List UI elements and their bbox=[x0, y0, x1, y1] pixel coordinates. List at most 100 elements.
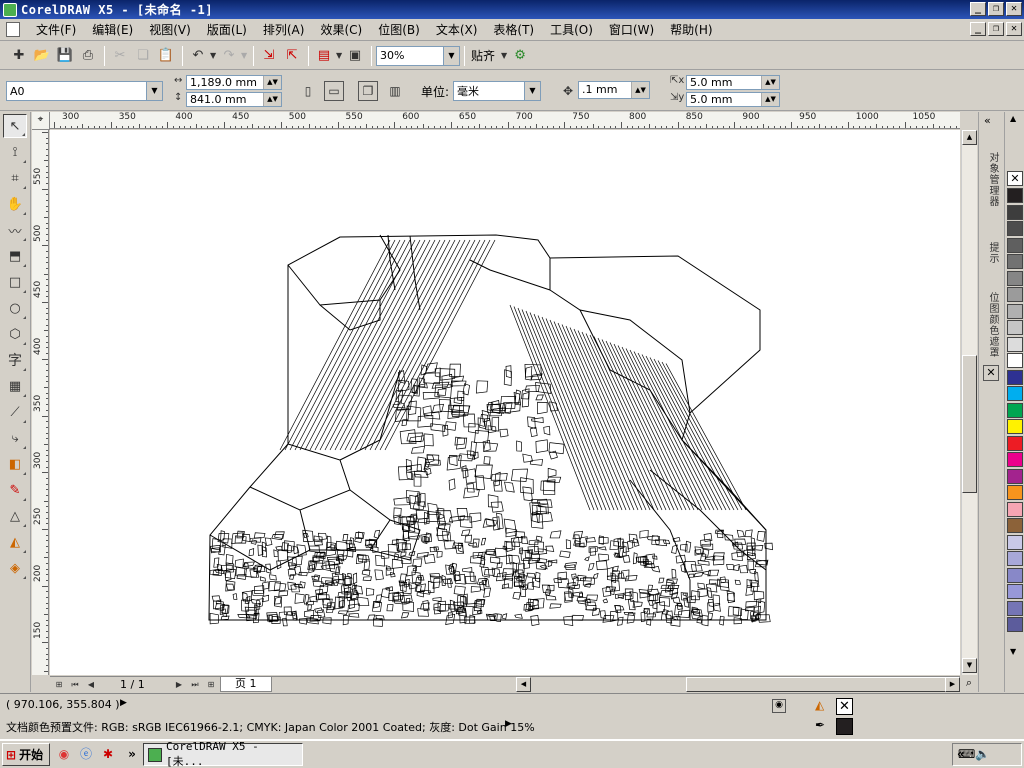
menu-text[interactable]: 文本(X) bbox=[428, 20, 486, 40]
menu-arrange[interactable]: 排列(A) bbox=[255, 20, 313, 40]
outline-color-swatch[interactable] bbox=[836, 718, 853, 735]
menu-window[interactable]: 窗口(W) bbox=[601, 20, 662, 40]
color-swatch[interactable] bbox=[1007, 287, 1023, 302]
outline-tool-icon[interactable]: △ bbox=[3, 504, 27, 528]
menu-bitmaps[interactable]: 位图(B) bbox=[370, 20, 428, 40]
fill-tool-icon[interactable]: ◭ bbox=[3, 530, 27, 554]
cut-icon[interactable]: ✂ bbox=[109, 45, 131, 67]
speaker-icon[interactable]: 🔈 bbox=[975, 747, 990, 761]
color-swatch[interactable] bbox=[1007, 567, 1023, 583]
color-swatch[interactable] bbox=[1007, 485, 1023, 500]
color-swatch[interactable] bbox=[1007, 584, 1023, 599]
freehand-tool-icon[interactable]: 〰 bbox=[3, 218, 27, 242]
close-docker-icon[interactable]: ✕ bbox=[983, 365, 999, 381]
undo-icon[interactable]: ↶ bbox=[187, 45, 209, 67]
outline-indicator-icon[interactable]: ✒ bbox=[815, 718, 831, 734]
zoom-dropdown-icon[interactable]: ▼ bbox=[443, 46, 459, 65]
scroll-right-icon[interactable]: ▶ bbox=[945, 677, 960, 692]
menu-help[interactable]: 帮助(H) bbox=[662, 20, 720, 40]
color-swatch[interactable] bbox=[1007, 237, 1023, 253]
current-page-icon[interactable]: ▥ bbox=[385, 81, 405, 101]
traced-bitmap-artwork[interactable] bbox=[50, 130, 960, 675]
color-swatch[interactable] bbox=[1007, 402, 1023, 418]
color-swatch[interactable] bbox=[1007, 270, 1023, 286]
table-tool-icon[interactable]: ▦ bbox=[3, 374, 27, 398]
dimension-tool-icon[interactable]: ⟋ bbox=[3, 400, 27, 424]
interactive-tool-icon[interactable]: ◧ bbox=[3, 452, 27, 476]
color-swatch[interactable] bbox=[1007, 551, 1023, 566]
color-swatch[interactable] bbox=[1007, 369, 1023, 385]
color-swatch[interactable] bbox=[1007, 435, 1023, 451]
open-icon[interactable]: 📂 bbox=[31, 45, 53, 67]
paper-size-combo[interactable]: A0 ▼ bbox=[6, 81, 163, 101]
document-icon[interactable] bbox=[6, 22, 20, 37]
crop-tool-icon[interactable]: ⌗ bbox=[3, 166, 27, 190]
add-page-before-icon[interactable]: ⊞ bbox=[52, 678, 66, 691]
vertical-scrollbar[interactable]: ▲ ▼ bbox=[961, 130, 977, 675]
fill-indicator-icon[interactable]: ◭ bbox=[815, 698, 831, 714]
vertical-scroll-thumb[interactable] bbox=[962, 355, 977, 493]
snap-dropdown-icon[interactable]: ▼ bbox=[501, 51, 509, 60]
pan-tool-icon[interactable]: ✋ bbox=[3, 192, 27, 216]
color-swatch[interactable] bbox=[1007, 534, 1023, 550]
object-info-icon[interactable]: ◉ bbox=[772, 699, 786, 713]
eyedropper-tool-icon[interactable]: ✎ bbox=[3, 478, 27, 502]
menu-layout[interactable]: 版面(L) bbox=[199, 20, 255, 40]
landscape-icon[interactable]: ▭ bbox=[324, 81, 344, 101]
menu-effects[interactable]: 效果(C) bbox=[312, 20, 370, 40]
options-icon[interactable]: ⚙ bbox=[509, 45, 531, 67]
color-swatch[interactable] bbox=[1007, 419, 1023, 434]
color-swatch[interactable] bbox=[1007, 600, 1023, 616]
palette-scroll-down-icon[interactable]: ▼ bbox=[1010, 647, 1016, 656]
menu-file[interactable]: 文件(F) bbox=[28, 20, 84, 40]
menu-view[interactable]: 视图(V) bbox=[141, 20, 199, 40]
color-swatch[interactable] bbox=[1007, 386, 1023, 401]
scroll-up-icon[interactable]: ▲ bbox=[962, 130, 977, 145]
text-tool-icon[interactable]: 字 bbox=[3, 348, 27, 372]
first-page-icon[interactable]: ⏮ bbox=[68, 678, 82, 691]
doc-restore-button[interactable]: ❐ bbox=[988, 22, 1004, 36]
nudge-distance-input[interactable]: .1 mm ▲▼ bbox=[578, 81, 650, 99]
undo-dropdown-icon[interactable]: ▼ bbox=[210, 51, 218, 60]
docker-tab-object-manager[interactable]: 对象管理器 bbox=[982, 152, 1000, 207]
polygon-tool-icon[interactable]: ⬡ bbox=[3, 322, 27, 346]
start-button[interactable]: ⊞ 开始 bbox=[2, 743, 50, 766]
color-swatch[interactable] bbox=[1007, 518, 1023, 533]
connector-tool-icon[interactable]: ⤷ bbox=[3, 426, 27, 450]
doc-close-button[interactable]: ✕ bbox=[1006, 22, 1022, 36]
previous-page-icon[interactable]: ◀ bbox=[84, 678, 98, 691]
menu-tools[interactable]: 工具(O) bbox=[542, 20, 601, 40]
color-swatch[interactable] bbox=[1007, 468, 1023, 484]
page-height-spinner[interactable]: ▲▼ bbox=[263, 93, 281, 106]
duplicate-x-input[interactable]: 5.0 mm ▲▼ bbox=[686, 75, 780, 90]
menu-table[interactable]: 表格(T) bbox=[485, 20, 542, 40]
collapse-docker-icon[interactable]: « bbox=[984, 114, 991, 127]
zoom-navigator-icon[interactable]: ⌕ bbox=[961, 676, 977, 692]
shape-tool-icon[interactable]: ⟟ bbox=[3, 140, 27, 164]
print-icon[interactable]: ⎙ bbox=[77, 45, 99, 67]
duplicate-y-input[interactable]: 5.0 mm ▲▼ bbox=[686, 92, 780, 107]
color-profile-info[interactable]: 文档颜色预置文件: RGB: sRGB IEC61966-2.1; CMYK: … bbox=[6, 719, 535, 735]
restore-button[interactable]: ❐ bbox=[988, 2, 1004, 16]
zoom-level-combo[interactable]: 30% ▼ bbox=[376, 45, 460, 66]
color-swatch[interactable] bbox=[1007, 320, 1023, 335]
redo-dropdown-icon[interactable]: ▼ bbox=[241, 51, 249, 60]
status-expand-icon[interactable]: ▶ bbox=[120, 698, 127, 708]
quicklaunch-more-icon[interactable]: » bbox=[124, 746, 140, 762]
no-color-swatch[interactable]: ✕ bbox=[1007, 171, 1023, 186]
color-swatch[interactable] bbox=[1007, 204, 1023, 220]
units-combo[interactable]: 毫米 ▼ bbox=[453, 81, 541, 101]
color-swatch[interactable] bbox=[1007, 221, 1023, 236]
add-page-after-icon[interactable]: ⊞ bbox=[204, 678, 218, 691]
horizontal-ruler[interactable]: 300 350 400 450 500 550 600 650 700 750 800 850 900 9… bbox=[50, 112, 960, 129]
scroll-left-icon[interactable]: ◀ bbox=[516, 677, 531, 692]
ellipse-tool-icon[interactable]: ○ bbox=[3, 296, 27, 320]
chrome-icon[interactable]: ◉ bbox=[56, 746, 72, 762]
docker-tab-hints[interactable]: 提示 bbox=[982, 242, 1000, 264]
color-swatch[interactable] bbox=[1007, 501, 1023, 517]
color-swatch[interactable] bbox=[1007, 617, 1023, 632]
page-tab-1[interactable]: 页 1 bbox=[220, 677, 272, 692]
paper-size-dropdown-icon[interactable]: ▼ bbox=[146, 82, 162, 100]
ie-icon[interactable]: ⓔ bbox=[78, 746, 94, 762]
last-page-icon[interactable]: ⏭ bbox=[188, 678, 202, 691]
